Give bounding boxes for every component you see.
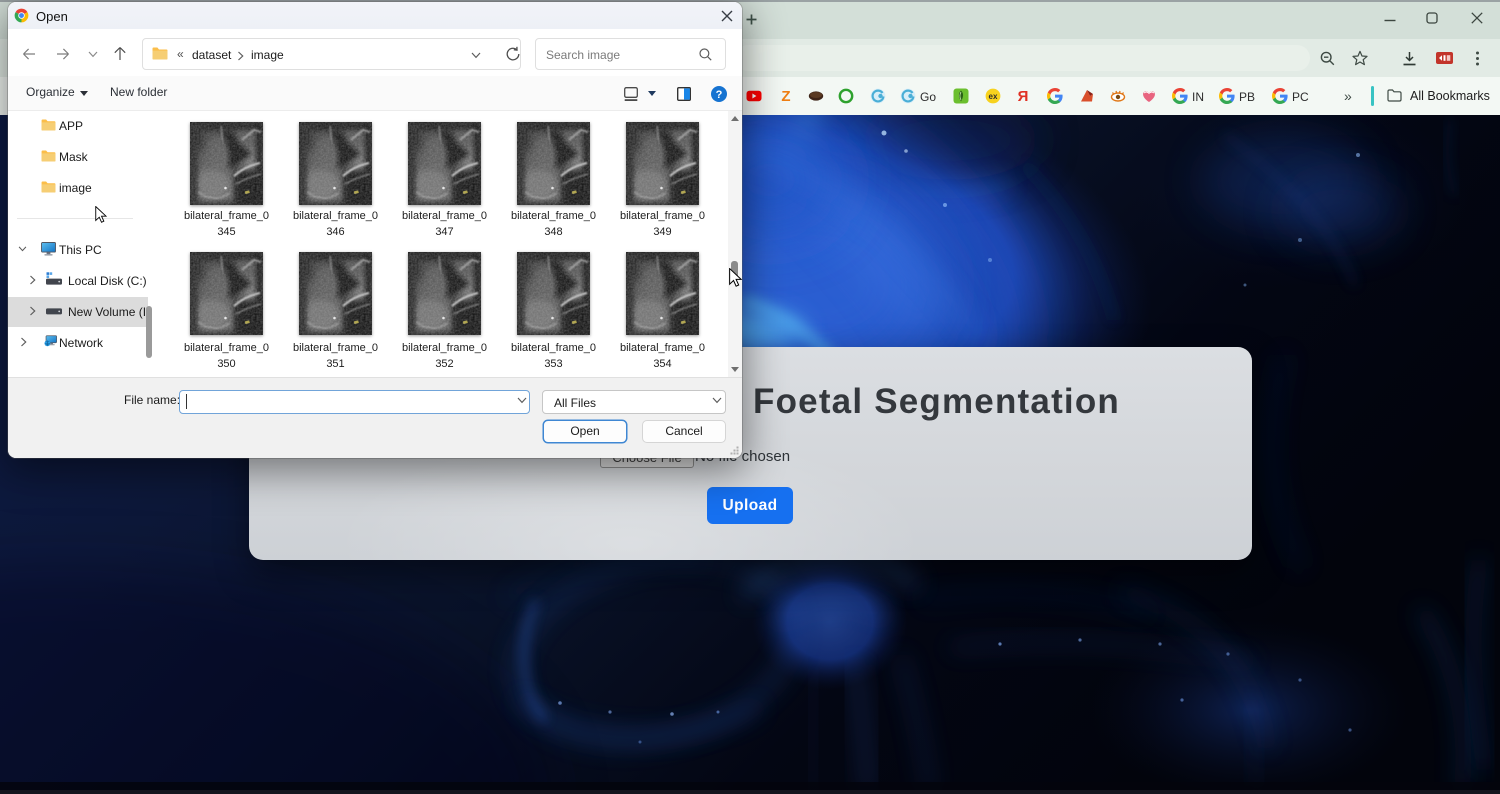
svg-text:?: ? [716, 89, 723, 101]
svg-text:ex: ex [989, 92, 998, 101]
